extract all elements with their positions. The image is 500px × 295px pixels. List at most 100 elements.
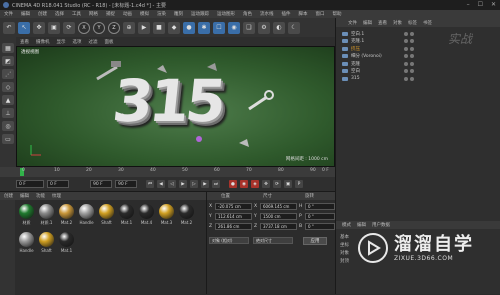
editor-visibility-icon[interactable]	[404, 54, 408, 58]
object-menu-item[interactable]: 编辑	[363, 20, 372, 26]
menu-item[interactable]: 运动跟踪	[191, 11, 209, 17]
object-visibility-flags[interactable]	[404, 46, 414, 51]
object-row[interactable]: 挤压	[336, 45, 500, 52]
material-swatch[interactable]: Mat.2	[57, 204, 76, 230]
material-swatch[interactable]: Mat.4	[137, 204, 156, 230]
material-swatch[interactable]: Mat.2	[177, 204, 196, 230]
menu-item[interactable]: 运动图形	[217, 11, 235, 17]
toolbar-object-icon[interactable]: ✱	[198, 21, 210, 34]
texture-mode-icon[interactable]: ◩	[2, 56, 14, 66]
play-icon[interactable]: ▶	[179, 180, 187, 188]
next-frame-icon[interactable]: ▷	[190, 180, 198, 188]
attributes-tab[interactable]: 封顶	[340, 258, 349, 266]
render-visibility-icon[interactable]	[410, 61, 414, 66]
menu-item[interactable]: 文件	[4, 11, 13, 17]
prev-frame-icon[interactable]: ◁	[168, 180, 176, 188]
material-swatch[interactable]: 材质.1	[37, 204, 56, 230]
viewport-menu-item[interactable]: 摄像机	[36, 39, 50, 45]
rotation-field[interactable]: 0 °	[305, 212, 335, 220]
rotation-key-icon[interactable]: ⟳	[273, 180, 281, 188]
menu-item[interactable]: 雕刻	[174, 11, 183, 17]
toolbar-object-icon[interactable]: ●	[183, 21, 195, 34]
max-frame-field[interactable]: 90 F	[115, 180, 137, 188]
material-menu-item[interactable]: 纹理	[52, 193, 61, 199]
menu-item[interactable]: 帮助	[333, 11, 342, 17]
prev-key-icon[interactable]: ◀	[157, 180, 165, 188]
material-menu-item[interactable]: 编辑	[20, 193, 29, 199]
toolbar-object-icon[interactable]: ◉	[228, 21, 240, 34]
attributes-menu-item[interactable]: 用户数据	[372, 222, 390, 228]
object-visibility-flags[interactable]	[404, 31, 414, 36]
tool-button-icon[interactable]: ↶	[3, 21, 15, 34]
tool-button-icon[interactable]: ⟳	[63, 21, 75, 34]
axis-x-lock-icon[interactable]: X	[78, 21, 90, 34]
material-menu-item[interactable]: 创建	[4, 193, 13, 199]
object-row[interactable]: 空白.1	[336, 30, 500, 37]
attributes-tab[interactable]: 坐标	[340, 242, 349, 250]
size-field[interactable]: 1500 cm	[260, 212, 297, 220]
object-row[interactable]: 克隆.1	[336, 38, 500, 45]
toolbar-object-icon[interactable]: ⚙	[258, 21, 270, 34]
points-mode-icon[interactable]: ⋰	[2, 69, 14, 79]
object-menu-item[interactable]: 查看	[378, 20, 387, 26]
current-frame-field[interactable]: 0 F	[47, 180, 69, 188]
object-visibility-flags[interactable]	[404, 76, 414, 81]
menu-item[interactable]: 角色	[243, 11, 252, 17]
editor-visibility-icon[interactable]	[404, 69, 408, 73]
toolbar-object-icon[interactable]: ❑	[243, 21, 255, 34]
position-field[interactable]: 261.86 cm	[215, 222, 252, 230]
viewport-menu-item[interactable]: 面板	[105, 39, 114, 45]
position-key-icon[interactable]: ✥	[262, 180, 270, 188]
keyframe-selection-icon[interactable]: ◈	[251, 180, 259, 188]
timeline-ruler[interactable]: 0 10 20 30 40 50 60 70 80 90 0 F	[0, 167, 335, 177]
object-visibility-flags[interactable]	[404, 54, 414, 58]
make-editable-icon[interactable]: ▦	[2, 43, 14, 53]
axis-z-lock-icon[interactable]: Z	[108, 21, 120, 34]
rotation-field[interactable]: 0 °	[305, 202, 335, 210]
size-field[interactable]: 3737.18 cm	[260, 222, 297, 230]
toolbar-object-icon[interactable]: ■	[153, 21, 165, 34]
render-visibility-icon[interactable]	[410, 69, 414, 73]
render-visibility-icon[interactable]	[410, 54, 414, 58]
start-frame-field[interactable]: 0 F	[16, 180, 44, 188]
end-frame-field[interactable]: 90 F	[90, 180, 112, 188]
material-swatch[interactable]: 材质	[17, 204, 36, 230]
edges-mode-icon[interactable]: ◇	[2, 82, 14, 92]
object-menu-item[interactable]: 对象	[393, 20, 402, 26]
tool-button-icon[interactable]: ✥	[33, 21, 45, 34]
toolbar-object-icon[interactable]: ◆	[168, 21, 180, 34]
object-visibility-flags[interactable]	[404, 69, 414, 73]
toolbar-object-icon[interactable]: ◐	[273, 21, 285, 34]
position-field[interactable]: -20.075 cm	[215, 202, 252, 210]
material-swatch[interactable]: Mat.1	[117, 204, 136, 230]
menu-item[interactable]: 创建	[38, 11, 47, 17]
autokey-icon[interactable]: ◉	[240, 180, 248, 188]
editor-visibility-icon[interactable]	[404, 46, 408, 51]
viewport-menu-item[interactable]: 显示	[57, 39, 66, 45]
menu-item[interactable]: 渲染	[157, 11, 166, 17]
editor-visibility-icon[interactable]	[404, 39, 408, 43]
menu-item[interactable]: 捕捉	[106, 11, 115, 17]
menu-item[interactable]: 流水线	[260, 11, 274, 17]
coordinate-mode-select[interactable]: 对象 (相对)	[209, 237, 249, 244]
render-visibility-icon[interactable]	[410, 31, 414, 36]
object-visibility-flags[interactable]	[404, 61, 414, 66]
menu-item[interactable]: 插件	[282, 11, 291, 17]
render-visibility-icon[interactable]	[410, 39, 414, 43]
attributes-menu-item[interactable]: 模式	[342, 222, 351, 228]
tool-button-icon[interactable]: ↖	[18, 21, 30, 34]
attributes-tab[interactable]: 基本	[340, 234, 349, 242]
menu-item[interactable]: 模拟	[140, 11, 149, 17]
next-key-icon[interactable]: ▶	[201, 180, 209, 188]
menu-item[interactable]: 动画	[123, 11, 132, 17]
object-row[interactable]: 空白	[336, 68, 500, 75]
perspective-viewport[interactable]: 透视视图 315 网格间距 : 1000 cm	[16, 46, 335, 167]
menu-item[interactable]: 窗口	[316, 11, 325, 17]
toolbar-object-icon[interactable]: ▶	[138, 21, 150, 34]
scale-key-icon[interactable]: ▣	[284, 180, 292, 188]
material-swatch[interactable]: Mat.3	[157, 204, 176, 230]
record-icon[interactable]: ●	[229, 180, 237, 188]
render-visibility-icon[interactable]	[410, 46, 414, 51]
polygons-mode-icon[interactable]: ▲	[2, 95, 14, 105]
param-key-icon[interactable]: P	[295, 180, 303, 188]
